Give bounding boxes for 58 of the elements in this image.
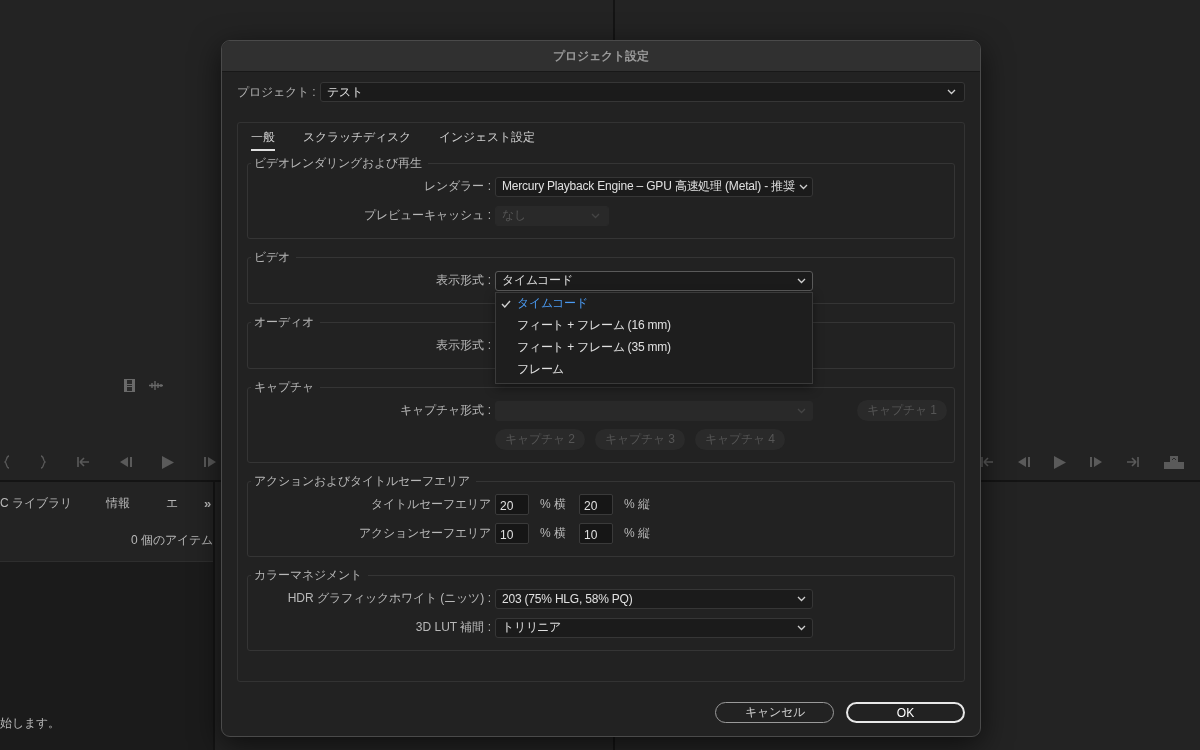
menu-option[interactable]: フレーム (496, 358, 812, 381)
number-field[interactable]: 20 (495, 494, 529, 515)
lift-icon[interactable] (1164, 455, 1184, 469)
field-label: HDR グラフィックホワイト (ニッツ) : (286, 590, 491, 607)
mark-in-icon[interactable] (4, 455, 10, 469)
field-label: レンダラー : (423, 178, 491, 195)
project-label: プロジェクト : (237, 83, 316, 101)
group-title: ビデオ (253, 249, 291, 266)
tab[interactable]: 一般 (251, 129, 275, 151)
panel-tab[interactable]: エ (166, 494, 178, 512)
panel-tab[interactable]: 情報 (106, 494, 130, 512)
group-title: キャプチャ (253, 379, 315, 396)
step-forward-icon[interactable] (204, 457, 216, 467)
waveform-icon[interactable] (149, 381, 163, 390)
step-forward-icon[interactable] (1090, 457, 1102, 467)
checkmark-icon (501, 299, 511, 308)
dropdown-select[interactable]: Mercury Playback Engine – GPU 高速処理 (Metal) - 推奨 (495, 176, 813, 197)
menu-option[interactable]: フィート + フレーム (16 mm) (496, 314, 812, 337)
group-title: ビデオレンダリングおよび再生 (253, 155, 423, 172)
play-icon[interactable] (162, 455, 174, 469)
item-count: 0 個のアイテム (131, 532, 213, 549)
tab[interactable]: インジェスト設定 (439, 129, 535, 151)
tab[interactable]: スクラッチディスク (303, 129, 411, 151)
field-label: タイトルセーフエリア (370, 496, 491, 513)
menu-option[interactable]: タイムコード (496, 292, 812, 315)
step-back-icon[interactable] (1018, 457, 1030, 467)
field-label: アクションセーフエリア (358, 525, 491, 542)
go-to-in-icon[interactable] (980, 456, 994, 468)
menu-option[interactable]: フィート + フレーム (35 mm) (496, 336, 812, 359)
window-title: プロジェクト設定 (553, 47, 649, 65)
unit-label: % 横 (540, 525, 566, 542)
more-tabs-chevron[interactable]: » (204, 495, 212, 511)
dropdown-select[interactable]: 203 (75% HLG, 58% PQ) (495, 588, 813, 609)
unit-label: % 縦 (624, 525, 651, 542)
step-back-icon[interactable] (120, 457, 132, 467)
project-select[interactable]: テスト (319, 82, 965, 102)
unit-label: % 縦 (624, 496, 651, 513)
mark-out-icon[interactable] (40, 455, 46, 469)
field-label: 表示形式 : (435, 272, 491, 289)
play-icon[interactable] (1054, 455, 1066, 469)
unit-label: % 横 (540, 496, 566, 513)
ok-button[interactable]: OK (846, 702, 965, 723)
group-title: オーディオ (253, 314, 315, 331)
go-to-in-icon[interactable] (76, 456, 90, 468)
panel-tab[interactable]: C ライブラリ (0, 494, 72, 512)
field-label: キャプチャ形式 : (399, 402, 491, 419)
field-label: 3D LUT 補間 : (414, 619, 491, 636)
dropdown-select[interactable]: トリリニア (495, 617, 813, 638)
field-label: 表示形式 : (435, 337, 491, 354)
number-field[interactable]: 10 (579, 523, 613, 544)
go-to-out-icon[interactable] (1126, 456, 1140, 468)
film-icon[interactable] (124, 379, 135, 392)
group-title: カラーマネジメント (253, 567, 363, 584)
group-title: アクションおよびタイトルセーフエリア (253, 473, 471, 490)
field-label: プレビューキャッシュ : (363, 207, 491, 224)
number-field[interactable]: 20 (579, 494, 613, 515)
number-field[interactable]: 10 (495, 523, 529, 544)
status-text: 始します。 (0, 715, 60, 732)
